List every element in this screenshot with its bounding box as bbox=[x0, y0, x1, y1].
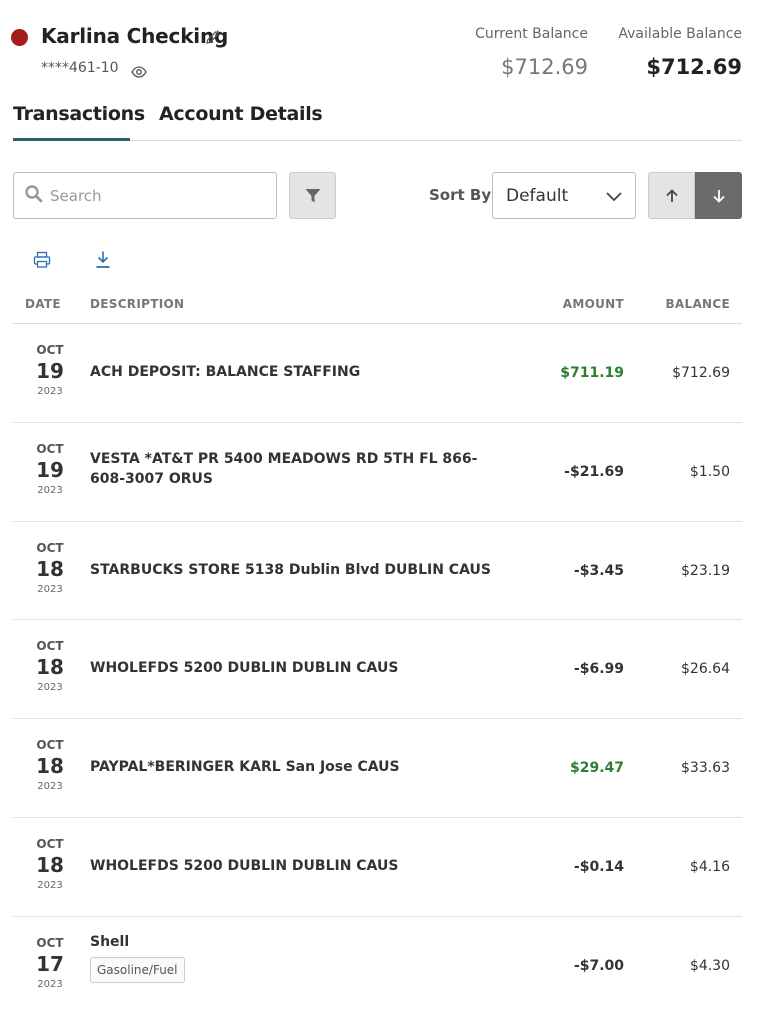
transaction-balance: $4.30 bbox=[689, 957, 730, 974]
transaction-date: OCT 19 2023 bbox=[13, 441, 87, 498]
transactions-list: OCT 19 2023 ACH DEPOSIT: BALANCE STAFFIN… bbox=[13, 324, 742, 1015]
transaction-description-block: Shell Gasoline/Fuel bbox=[90, 932, 510, 983]
date-month: OCT bbox=[36, 836, 64, 851]
sort-descending-button[interactable] bbox=[695, 172, 742, 219]
transaction-date: OCT 18 2023 bbox=[13, 640, 87, 695]
transaction-amount: -$0.14 bbox=[573, 858, 624, 875]
date-year: 2023 bbox=[37, 583, 63, 595]
column-header-description[interactable]: DESCRIPTION bbox=[90, 297, 184, 311]
download-icon[interactable] bbox=[94, 250, 112, 270]
date-year: 2023 bbox=[37, 978, 63, 990]
transaction-amount: $29.47 bbox=[569, 760, 624, 777]
table-row[interactable]: OCT 18 2023 PAYPAL*BERINGER KARL San Jos… bbox=[13, 719, 742, 818]
transaction-description: WHOLEFDS 5200 DUBLIN DUBLIN CAUS bbox=[90, 660, 399, 677]
transaction-description: PAYPAL*BERINGER KARL San Jose CAUS bbox=[90, 759, 400, 776]
transaction-balance: $26.64 bbox=[681, 661, 730, 678]
current-balance-value: $712.69 bbox=[501, 55, 588, 79]
date-year: 2023 bbox=[37, 682, 63, 694]
tab-transactions[interactable]: Transactions bbox=[13, 103, 145, 141]
date-month: OCT bbox=[36, 738, 64, 753]
tab-bar: Transactions Account Details bbox=[13, 98, 742, 141]
transaction-balance: $23.19 bbox=[681, 562, 730, 579]
date-day: 18 bbox=[36, 655, 64, 680]
table-row[interactable]: OCT 19 2023 VESTA *AT&T PR 5400 MEADOWS … bbox=[13, 423, 742, 522]
date-day: 18 bbox=[36, 556, 64, 581]
transaction-amount: -$7.00 bbox=[573, 957, 624, 974]
transaction-description: ACH DEPOSIT: BALANCE STAFFING bbox=[90, 364, 361, 380]
table-row[interactable]: OCT 18 2023 WHOLEFDS 5200 DUBLIN DUBLIN … bbox=[13, 818, 742, 917]
transaction-balance: $712.69 bbox=[672, 365, 730, 381]
filter-button[interactable] bbox=[289, 172, 336, 219]
search-box bbox=[13, 172, 277, 219]
sort-select[interactable]: Default bbox=[492, 172, 636, 219]
transaction-date: OCT 18 2023 bbox=[13, 739, 87, 794]
date-day: 18 bbox=[36, 852, 64, 877]
transaction-description: Shell bbox=[90, 933, 130, 950]
account-color-dot bbox=[11, 29, 28, 46]
date-year: 2023 bbox=[37, 484, 63, 496]
date-day: 19 bbox=[36, 359, 64, 383]
table-row[interactable]: OCT 18 2023 STARBUCKS STORE 5138 Dublin … bbox=[13, 522, 742, 621]
arrow-up-icon bbox=[665, 188, 678, 202]
transaction-description: WHOLEFDS 5200 DUBLIN DUBLIN CAUS bbox=[90, 857, 399, 874]
transaction-amount: -$6.99 bbox=[573, 661, 624, 678]
date-month: OCT bbox=[36, 540, 64, 555]
search-icon bbox=[25, 185, 43, 203]
transaction-balance: $33.63 bbox=[681, 760, 730, 777]
date-day: 19 bbox=[36, 457, 64, 482]
table-row[interactable]: OCT 18 2023 WHOLEFDS 5200 DUBLIN DUBLIN … bbox=[13, 620, 742, 720]
current-balance-label: Current Balance bbox=[475, 26, 588, 42]
chevron-down-icon bbox=[606, 192, 622, 202]
date-month: OCT bbox=[36, 441, 64, 456]
sort-label: Sort By: bbox=[429, 186, 498, 204]
transaction-amount: $711.19 bbox=[560, 365, 624, 381]
sort-ascending-button[interactable] bbox=[648, 172, 695, 219]
account-name: Karlina Checking bbox=[41, 24, 229, 48]
search-input[interactable] bbox=[50, 183, 270, 209]
transaction-description: VESTA *AT&T PR 5400 MEADOWS RD 5TH FL 86… bbox=[90, 450, 478, 487]
date-day: 17 bbox=[36, 951, 64, 976]
available-balance-value: $712.69 bbox=[646, 55, 742, 79]
account-header: Karlina Checking ****461-10 Current Bala… bbox=[0, 0, 778, 100]
transaction-amount: -$3.45 bbox=[573, 562, 624, 579]
account-number: ****461-10 bbox=[41, 60, 119, 76]
print-icon[interactable] bbox=[33, 251, 51, 269]
date-month: OCT bbox=[36, 935, 64, 950]
transaction-date: OCT 18 2023 bbox=[13, 540, 87, 597]
sort-selected-value: Default bbox=[506, 186, 569, 206]
available-balance-label: Available Balance bbox=[618, 26, 742, 42]
filter-icon bbox=[305, 188, 320, 202]
transaction-balance: $1.50 bbox=[689, 463, 730, 480]
arrow-down-icon bbox=[712, 189, 725, 203]
transaction-description: STARBUCKS STORE 5138 Dublin Blvd DUBLIN … bbox=[90, 561, 491, 578]
transaction-date: OCT 17 2023 bbox=[13, 935, 87, 992]
date-day: 18 bbox=[36, 754, 64, 779]
transactions-table-header: DATE DESCRIPTION AMOUNT BALANCE bbox=[13, 292, 742, 324]
column-header-date[interactable]: DATE bbox=[25, 297, 61, 311]
date-year: 2023 bbox=[37, 879, 63, 891]
transaction-balance: $4.16 bbox=[689, 858, 730, 875]
tab-account-details[interactable]: Account Details bbox=[159, 103, 323, 133]
category-tag[interactable]: Gasoline/Fuel bbox=[90, 956, 185, 983]
eye-icon[interactable] bbox=[131, 64, 147, 80]
date-year: 2023 bbox=[37, 386, 63, 397]
column-header-amount[interactable]: AMOUNT bbox=[563, 297, 624, 311]
transaction-date: OCT 18 2023 bbox=[13, 836, 87, 893]
edit-icon[interactable] bbox=[205, 29, 221, 45]
transaction-amount: -$21.69 bbox=[564, 463, 624, 480]
table-row[interactable]: OCT 19 2023 ACH DEPOSIT: BALANCE STAFFIN… bbox=[13, 324, 742, 423]
date-year: 2023 bbox=[37, 781, 63, 793]
date-month: OCT bbox=[36, 343, 64, 357]
transaction-date: OCT 19 2023 bbox=[13, 344, 87, 399]
date-month: OCT bbox=[36, 639, 64, 654]
table-row[interactable]: OCT 17 2023 Shell Gasoline/Fuel -$7.00 $… bbox=[13, 917, 742, 1015]
column-header-balance[interactable]: BALANCE bbox=[665, 297, 730, 311]
